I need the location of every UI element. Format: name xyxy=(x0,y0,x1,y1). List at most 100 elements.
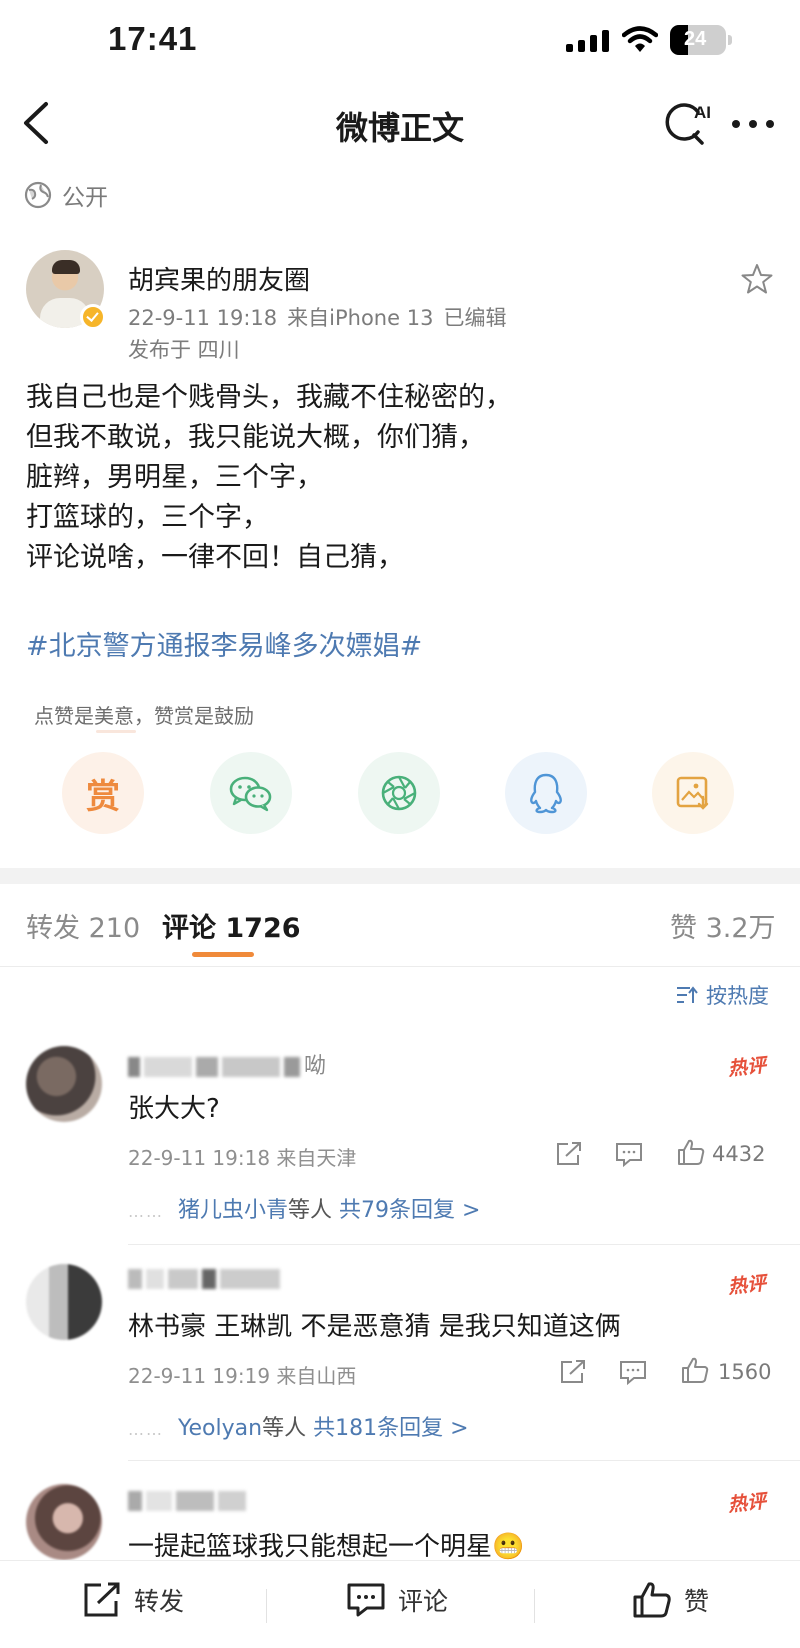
comment-icon[interactable] xyxy=(618,1358,648,1386)
comment-divider xyxy=(128,1244,800,1245)
save-image-button[interactable] xyxy=(652,752,734,834)
post-content: 我自己也是个贱骨头，我藏不住秘密的， 但我不敢说，我只能说大概，你们猜， 脏辫，… xyxy=(26,378,766,578)
reply-connector: 等人 xyxy=(262,1416,307,1441)
post-line: 但我不敢说，我只能说大概，你们猜， xyxy=(26,422,485,453)
wechat-icon xyxy=(229,776,272,812)
sort-label: 按热度 xyxy=(706,984,769,1008)
like-thumb-icon xyxy=(633,1582,671,1618)
hot-comment-badge: 热评 xyxy=(726,1054,768,1081)
comment-location: 来自山西 xyxy=(276,1364,357,1388)
comment-icon[interactable] xyxy=(614,1140,644,1168)
author-name[interactable]: 胡宾果的朋友圈 xyxy=(128,260,310,297)
bottom-like-button[interactable]: 赞 xyxy=(632,1581,709,1619)
verified-badge-icon xyxy=(80,304,106,330)
comment-avatar[interactable] xyxy=(26,1046,102,1122)
reply-summary[interactable]: …… 猪儿虫小青等人 共79条回复 > xyxy=(128,1192,480,1224)
post-location: 发布于 四川 xyxy=(128,338,240,362)
hot-comment-badge: 热评 xyxy=(726,1490,768,1517)
wifi-icon xyxy=(622,26,658,52)
comment-text: 林书豪 王琳凯 不是恶意猜 是我只知道这俩 xyxy=(128,1312,621,1342)
repost-icon[interactable] xyxy=(554,1140,584,1168)
post-line: 评论说啥，一律不回！自己猜， xyxy=(26,542,404,573)
reply-count: 共79条回复 > xyxy=(339,1198,481,1223)
bottom-separator xyxy=(266,1589,267,1623)
bottom-action-bar: 转发 评论 赞 xyxy=(0,1560,800,1648)
comment-username[interactable] xyxy=(128,1266,284,1291)
battery-icon: 24 xyxy=(670,25,726,55)
bottom-comment-button[interactable]: 评论 xyxy=(346,1581,448,1619)
reply-count: 共181条回复 > xyxy=(313,1416,469,1441)
status-time: 17:41 xyxy=(108,20,198,57)
comment-meta: 22-9-11 19:18 来自天津 xyxy=(128,1142,356,1171)
post-meta: 22-9-11 19:18 来自iPhone 13 已编辑 xyxy=(128,302,516,332)
like-count: 1560 xyxy=(718,1360,772,1384)
reply-users: Yeolyan xyxy=(178,1416,263,1441)
reward-hint: 点赞是美意，赞赏是鼓励 xyxy=(34,704,254,728)
like-thumb-icon[interactable] xyxy=(676,1138,706,1166)
post-line: 我自己也是个贱骨头，我藏不住秘密的， xyxy=(26,382,512,413)
comment-meta: 22-9-11 19:19 来自山西 xyxy=(128,1360,356,1389)
comment-text-body: 一提起篮球我只能想起一个明星 xyxy=(128,1532,493,1562)
comment-text: 张大大? xyxy=(128,1094,220,1124)
visibility-indicator: 公开 xyxy=(24,175,108,215)
ai-search-icon: AI xyxy=(665,103,711,145)
comment-avatar[interactable] xyxy=(26,1484,102,1560)
back-arrow-icon[interactable] xyxy=(18,98,58,148)
reward-label: 赏 xyxy=(86,776,120,817)
tabs-divider xyxy=(0,966,800,967)
like-count: 4432 xyxy=(712,1142,766,1166)
sort-icon xyxy=(677,986,698,1003)
post-edited: 已编辑 xyxy=(443,306,507,330)
favorite-star-icon[interactable] xyxy=(740,262,774,296)
comment-date: 22-9-11 19:19 xyxy=(128,1364,271,1388)
comment-location: 来自天津 xyxy=(276,1146,357,1170)
reply-summary[interactable]: …… Yeolyan等人 共181条回复 > xyxy=(128,1410,469,1442)
comment-date: 22-9-11 19:18 xyxy=(128,1146,271,1170)
post-date: 22-9-11 19:18 xyxy=(128,306,278,330)
share-wechat-button[interactable] xyxy=(210,752,292,834)
comment-username[interactable]: 呦 xyxy=(128,1048,326,1080)
hashtag-link[interactable]: #北京警方通报李易峰多次嫖娼# xyxy=(26,624,422,663)
reply-dots: …… xyxy=(128,1201,164,1221)
repost-icon[interactable] xyxy=(558,1358,588,1386)
moments-aperture-icon xyxy=(381,775,417,811)
reply-dots: …… xyxy=(128,1419,164,1439)
like-thumb-icon[interactable] xyxy=(680,1356,710,1384)
comment-icon xyxy=(347,1583,385,1617)
qq-penguin-icon xyxy=(530,773,562,814)
ai-label: AI xyxy=(694,103,711,122)
tab-repost[interactable]: 转发 210 xyxy=(26,906,140,945)
share-qq-button[interactable] xyxy=(505,752,587,834)
bottom-comment-label: 评论 xyxy=(398,1587,449,1616)
tab-comment[interactable]: 评论 1726 xyxy=(162,906,301,945)
bottom-like-label: 赞 xyxy=(684,1587,710,1616)
reward-hint-underline xyxy=(96,730,136,733)
section-divider xyxy=(0,868,800,884)
share-moments-button[interactable] xyxy=(358,752,440,834)
reward-button[interactable]: 赏 xyxy=(62,752,144,834)
visibility-label: 公开 xyxy=(62,185,108,211)
hot-comment-badge: 热评 xyxy=(726,1272,768,1299)
grimace-emoji-icon: 😬 xyxy=(492,1532,525,1562)
share-row: 赏 xyxy=(0,752,800,842)
comment-username[interactable] xyxy=(128,1488,250,1513)
comment-text: 一提起篮球我只能想起一个明星😬 xyxy=(128,1526,524,1563)
more-options-icon[interactable] xyxy=(730,112,776,136)
post-source: 来自iPhone 13 xyxy=(287,306,434,330)
comment-avatar[interactable] xyxy=(26,1264,102,1340)
ai-search-button[interactable]: AI xyxy=(660,100,716,148)
tab-like[interactable]: 赞 3.2万 xyxy=(670,906,776,945)
bottom-separator xyxy=(534,1589,535,1623)
cellular-signal-icon xyxy=(566,30,609,52)
battery-tip xyxy=(728,35,732,45)
repost-icon xyxy=(84,1582,120,1617)
reply-users: 猪儿虫小青 xyxy=(178,1198,289,1223)
active-tab-indicator xyxy=(192,952,254,957)
sort-toggle[interactable]: 按热度 xyxy=(676,980,769,1010)
comment-divider xyxy=(128,1460,800,1461)
post-line: 打篮球的，三个字， xyxy=(26,502,269,533)
battery-level: 24 xyxy=(684,28,707,50)
post-line: 脏辫，男明星，三个字， xyxy=(26,462,323,493)
bottom-repost-button[interactable]: 转发 xyxy=(82,1581,184,1619)
save-image-icon xyxy=(676,776,709,810)
